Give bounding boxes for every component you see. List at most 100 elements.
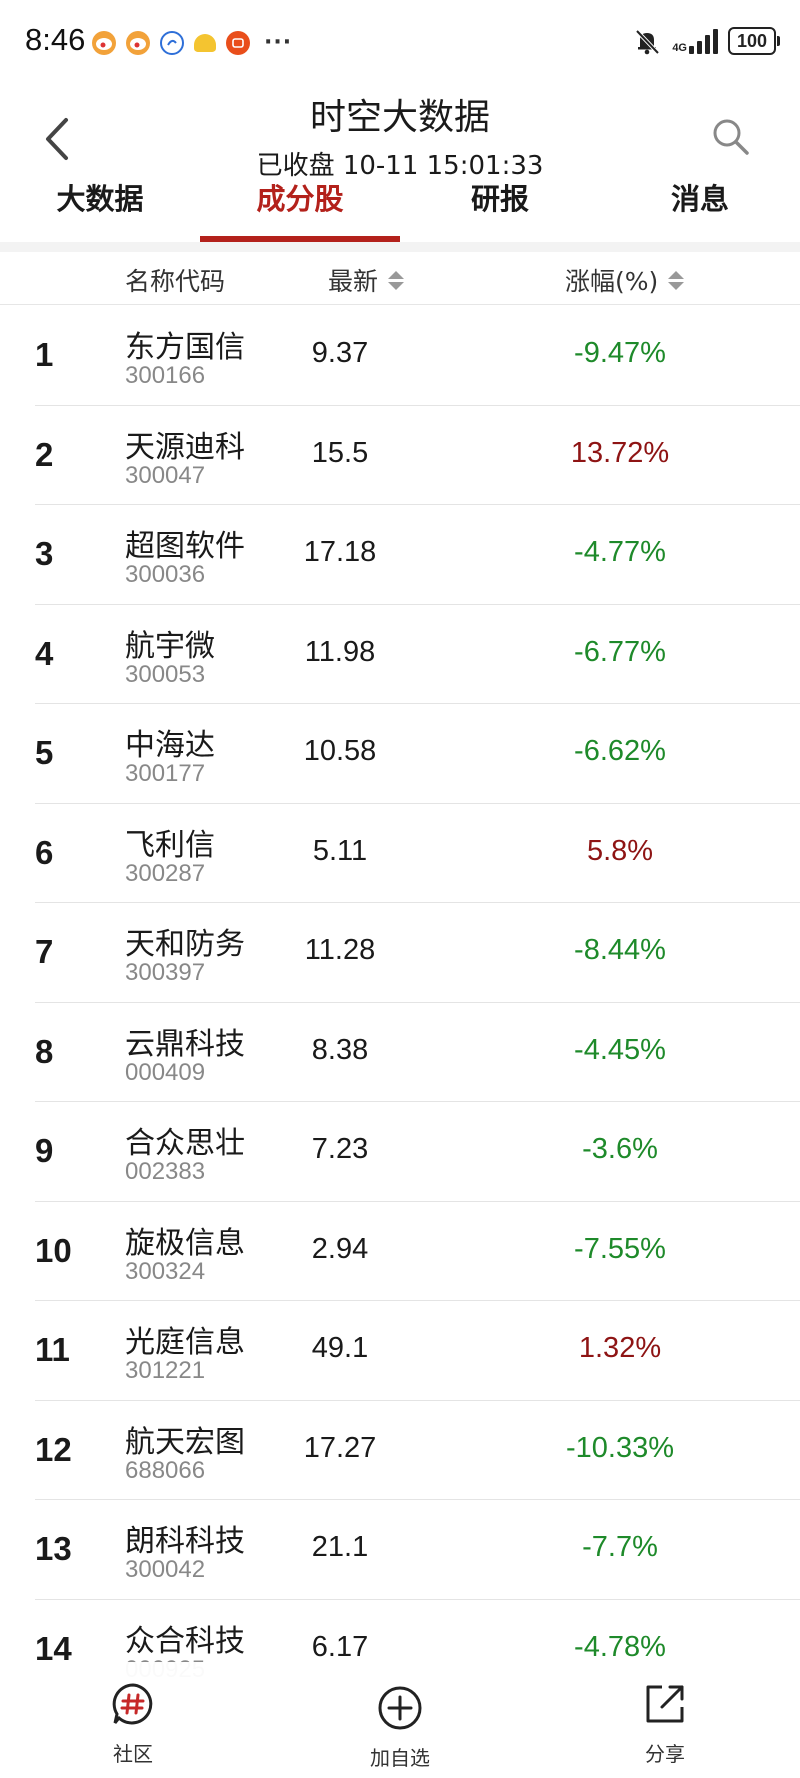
mute-bell-icon bbox=[632, 26, 662, 56]
table-row[interactable]: 2 天源迪科 300047 15.5 13.72% bbox=[35, 406, 800, 505]
stock-name: 天源迪科 bbox=[125, 429, 245, 465]
rank: 1 bbox=[35, 336, 54, 373]
latest-price: 2.94 bbox=[311, 1232, 369, 1265]
stock-code: 300177 bbox=[125, 760, 206, 787]
change-percent: 1.32% bbox=[578, 1332, 662, 1364]
stock-name: 飞利信 bbox=[125, 827, 215, 863]
table-row[interactable]: 12 航天宏图 688066 17.27 -10.33% bbox=[35, 1401, 800, 1500]
stock-name: 航天宏图 bbox=[125, 1424, 245, 1460]
table-row[interactable]: 3 超图软件 300036 17.18 -4.77% bbox=[35, 505, 800, 605]
battery-indicator: 100 bbox=[728, 27, 780, 55]
weibo-icon bbox=[92, 30, 116, 55]
status-time: 8:46 bbox=[25, 22, 86, 57]
stock-name: 东方国信 bbox=[125, 330, 245, 365]
change-percent: -9.47% bbox=[574, 337, 666, 369]
share-button[interactable]: 分享 bbox=[605, 1678, 725, 1767]
latest-price: 11.28 bbox=[304, 934, 376, 966]
column-header-name: 名称代码 bbox=[125, 262, 225, 298]
table-row[interactable]: 10 旋极信息 300324 2.94 -7.55% bbox=[35, 1202, 800, 1301]
change-percent: -3.6% bbox=[582, 1133, 658, 1165]
add-circle-icon bbox=[378, 1686, 422, 1730]
signal-bars-icon bbox=[689, 28, 718, 54]
column-header-price[interactable]: 最新 bbox=[328, 262, 405, 298]
tab-big-data[interactable]: 大数据 bbox=[0, 176, 200, 244]
stock-code: 300287 bbox=[125, 859, 206, 887]
stock-code: 688066 bbox=[125, 1456, 206, 1484]
rank: 5 bbox=[35, 734, 54, 771]
stock-code: 300042 bbox=[125, 1556, 206, 1583]
share-icon bbox=[646, 1685, 684, 1723]
latest-price: 7.23 bbox=[311, 1133, 369, 1165]
table-header: 名称代码 最新 涨幅(%) bbox=[0, 252, 800, 305]
stock-code: 300166 bbox=[125, 362, 206, 389]
stock-name: 朗科科技 bbox=[125, 1524, 245, 1559]
change-percent: -6.62% bbox=[574, 735, 666, 767]
table-row[interactable]: 8 云鼎科技 000409 8.38 -4.45% bbox=[35, 1003, 800, 1102]
change-percent: -6.77% bbox=[574, 635, 666, 668]
latest-price: 21.1 bbox=[311, 1531, 369, 1563]
table-row[interactable]: 11 光庭信息 301221 49.1 1.32% bbox=[35, 1301, 800, 1401]
stock-code: 000409 bbox=[125, 1058, 206, 1086]
table-row[interactable]: 7 天和防务 300397 11.28 -8.44% bbox=[35, 903, 800, 1003]
stock-code: 002383 bbox=[125, 1158, 206, 1185]
rank: 8 bbox=[35, 1032, 54, 1070]
change-percent: 13.72% bbox=[570, 436, 670, 469]
table-row[interactable]: 4 航宇微 300053 11.98 -6.77% bbox=[35, 605, 800, 704]
rank: 4 bbox=[35, 634, 54, 672]
rank: 12 bbox=[35, 1430, 72, 1468]
more-notifications-icon: ··· bbox=[264, 30, 293, 55]
community-button[interactable]: 社区 bbox=[73, 1678, 193, 1767]
latest-price: 10.58 bbox=[303, 735, 377, 767]
rank: 13 bbox=[35, 1530, 72, 1567]
tab-research[interactable]: 研报 bbox=[400, 176, 600, 244]
stock-name: 旋极信息 bbox=[125, 1225, 245, 1261]
stock-name: 云鼎科技 bbox=[125, 1026, 245, 1062]
network-type: 4G bbox=[672, 42, 687, 54]
change-percent: -7.7% bbox=[582, 1531, 658, 1563]
watchlist-label: 加自选 bbox=[370, 1746, 430, 1770]
stock-code: 300324 bbox=[125, 1257, 206, 1285]
change-percent: -4.45% bbox=[574, 1033, 666, 1066]
search-button[interactable] bbox=[710, 116, 752, 158]
stock-name: 超图软件 bbox=[125, 529, 245, 564]
rank: 9 bbox=[35, 1132, 54, 1169]
column-header-change-label: 涨幅(%) bbox=[565, 267, 659, 296]
share-label: 分享 bbox=[645, 1742, 685, 1766]
stock-name: 光庭信息 bbox=[125, 1325, 245, 1360]
column-header-price-label: 最新 bbox=[328, 267, 379, 296]
sort-icon bbox=[668, 270, 685, 290]
change-percent: -10.33% bbox=[565, 1431, 674, 1464]
taobao-icon bbox=[226, 30, 250, 55]
community-hashtag-icon bbox=[112, 1683, 153, 1725]
add-to-watchlist-button[interactable]: 加自选 bbox=[340, 1682, 460, 1771]
change-percent: -7.55% bbox=[574, 1232, 666, 1265]
table-row[interactable]: 5 中海达 300177 10.58 -6.62% bbox=[35, 704, 800, 804]
latest-price: 11.98 bbox=[304, 635, 376, 668]
weibo-icon bbox=[126, 30, 150, 55]
tab-news[interactable]: 消息 bbox=[600, 176, 800, 244]
latest-price: 49.1 bbox=[311, 1332, 369, 1364]
divider bbox=[0, 242, 800, 252]
tab-constituents[interactable]: 成分股 bbox=[200, 176, 400, 244]
latest-price: 5.11 bbox=[312, 834, 368, 867]
app-circle-icon bbox=[160, 30, 184, 55]
table-row[interactable]: 13 朗科科技 300042 21.1 -7.7% bbox=[35, 1500, 800, 1600]
rank: 11 bbox=[35, 1331, 70, 1368]
search-icon bbox=[713, 119, 749, 155]
table-row[interactable]: 6 飞利信 300287 5.11 5.8% bbox=[35, 804, 800, 903]
latest-price: 15.5 bbox=[311, 436, 369, 469]
change-percent: -4.77% bbox=[574, 536, 666, 568]
table-row[interactable]: 1 东方国信 300166 9.37 -9.47% bbox=[35, 306, 800, 406]
table-row[interactable]: 9 合众思壮 002383 7.23 -3.6% bbox=[35, 1102, 800, 1202]
change-percent: -8.44% bbox=[574, 934, 666, 966]
stock-name: 众合科技 bbox=[125, 1623, 245, 1659]
status-bar: 8:46 ··· 4G 100 bbox=[0, 0, 800, 84]
latest-price: 6.17 bbox=[311, 1630, 369, 1663]
latest-price: 8.38 bbox=[311, 1033, 369, 1066]
change-percent: 5.8% bbox=[586, 834, 654, 867]
stock-code: 300397 bbox=[125, 959, 206, 986]
change-percent: -4.78% bbox=[574, 1630, 666, 1663]
cellular-signal: 4G bbox=[672, 28, 718, 54]
column-header-change[interactable]: 涨幅(%) bbox=[565, 262, 685, 298]
bell-app-icon bbox=[194, 33, 216, 52]
